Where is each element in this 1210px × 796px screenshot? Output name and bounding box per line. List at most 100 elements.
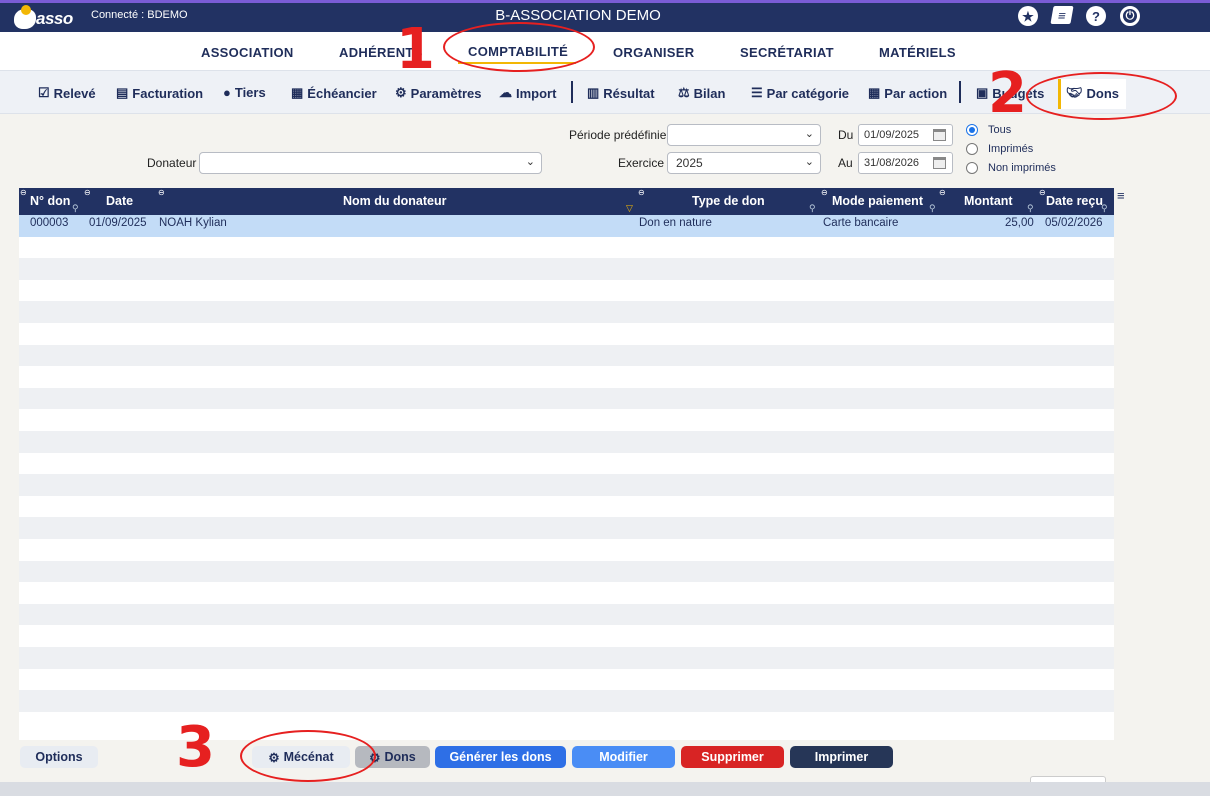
col-header-date-recu[interactable]: Date reçu — [1046, 194, 1103, 208]
submenu-bilan[interactable]: ⚖ Bilan — [678, 85, 725, 101]
column-menu-icon[interactable]: ≡ — [1117, 188, 1125, 203]
search-icon[interactable]: ⚲ — [1027, 203, 1034, 214]
column-resize-icon[interactable]: ⊖ — [84, 188, 91, 197]
radio-button[interactable] — [966, 143, 978, 155]
menu-comptabilite[interactable]: COMPTABILITÉ — [468, 44, 568, 59]
gear-icon: ⚙ — [395, 85, 407, 100]
search-icon[interactable]: ⚲ — [72, 203, 79, 214]
column-resize-icon[interactable]: ⊖ — [939, 188, 946, 197]
table-row-empty — [19, 647, 1114, 669]
col-header-date[interactable]: Date — [106, 194, 133, 208]
periode-select[interactable]: ⌄ — [667, 124, 821, 146]
cell-mode-paiement: Carte bancaire — [823, 217, 899, 229]
footer-bar — [0, 782, 1210, 796]
submenu-facturation[interactable]: ▤ Facturation — [116, 85, 203, 101]
submenu-par-categorie[interactable]: ☰ Par catégorie — [751, 85, 849, 101]
donateur-select[interactable]: ⌄ — [199, 152, 542, 174]
menu-organiser[interactable]: ORGANISER — [613, 45, 694, 60]
au-label: Au — [838, 156, 853, 170]
column-resize-icon[interactable]: ⊖ — [158, 188, 165, 197]
active-menu-underline — [458, 62, 576, 64]
col-header-num-don[interactable]: N° don — [30, 194, 70, 208]
table-row-empty — [19, 474, 1114, 496]
date-du-field[interactable]: 01/09/2025 — [858, 124, 953, 146]
options-button[interactable]: Options — [20, 746, 98, 768]
column-resize-icon[interactable]: ⊖ — [821, 188, 828, 197]
submenu-dons[interactable]: 🤝︎ Dons — [1066, 85, 1119, 101]
cell-montant: 25,00 — [1005, 217, 1034, 229]
date-au-field[interactable]: 31/08/2026 — [858, 152, 953, 174]
submenu-import[interactable]: ☁ Import — [499, 85, 556, 101]
table-row[interactable]: 000003 01/09/2025 NOAH Kylian Don en nat… — [19, 215, 1114, 237]
table-row-empty — [19, 582, 1114, 604]
dons-table: ⊖ N° don ⚲ ⊖ Date ⊖ Nom du donateur ⊖ ▽ … — [19, 188, 1114, 740]
table-row-empty — [19, 323, 1114, 345]
table-row-empty — [19, 301, 1114, 323]
dons-button[interactable]: ⚙ Dons — [355, 746, 430, 768]
imprimer-button[interactable]: Imprimer — [790, 746, 893, 768]
supprimer-button[interactable]: Supprimer — [681, 746, 784, 768]
power-icon[interactable]: ⏻ — [1120, 6, 1140, 26]
menu-secretariat[interactable]: SECRÉTARIAT — [740, 45, 834, 60]
table-row-empty — [19, 539, 1114, 561]
column-resize-icon[interactable]: ⊖ — [1039, 188, 1046, 197]
submenu-resultat[interactable]: ▥ Résultat — [587, 85, 655, 101]
submenu-parametres[interactable]: ⚙ Paramètres — [395, 85, 481, 101]
table-row-empty — [19, 237, 1114, 259]
menu-materiels[interactable]: MATÉRIELS — [879, 45, 956, 60]
bar-chart-icon: ▥ — [587, 85, 600, 100]
column-resize-icon[interactable]: ⊖ — [20, 188, 27, 197]
mecenat-button[interactable]: ⚙ Mécénat — [252, 746, 350, 768]
table-row-empty — [19, 625, 1114, 647]
money-icon: ▣ — [976, 85, 989, 100]
col-header-type-don[interactable]: Type de don — [692, 194, 765, 208]
table-row-empty — [19, 344, 1114, 367]
radio-non-imprimes[interactable]: Non imprimés — [966, 162, 1056, 174]
modifier-button[interactable]: Modifier — [572, 746, 675, 768]
submenu-echeancier[interactable]: ▦ Échéancier — [291, 85, 377, 101]
calendar-picker-icon[interactable] — [933, 157, 946, 169]
calendar-icon: ▦ — [291, 85, 304, 100]
scale-icon: ⚖ — [678, 85, 690, 100]
top-bar: asso Connecté : BDEMO B-ASSOCIATION DEMO… — [0, 0, 1210, 32]
filter-icon[interactable]: ▽ — [626, 203, 633, 214]
book-icon[interactable]: ≡ — [1050, 6, 1074, 24]
table-row-empty — [19, 431, 1114, 453]
table-row-empty — [19, 387, 1114, 410]
table-row-empty — [19, 669, 1114, 691]
invoice-icon: ▤ — [116, 85, 129, 100]
table-row-empty — [19, 496, 1114, 518]
table-row-empty — [19, 603, 1114, 626]
search-icon[interactable]: ⚲ — [809, 203, 816, 214]
user-icon: ● — [223, 85, 231, 100]
annotation-number-2: 2 — [988, 61, 1027, 126]
col-header-montant[interactable]: Montant — [964, 194, 1013, 208]
menu-association[interactable]: ASSOCIATION — [201, 45, 294, 60]
annotation-number-1: 1 — [396, 17, 435, 82]
column-resize-icon[interactable]: ⊖ — [638, 188, 645, 197]
chevron-down-icon: ⌄ — [525, 156, 535, 168]
exercice-select[interactable]: 2025 ⌄ — [667, 152, 821, 174]
col-header-mode-paiement[interactable]: Mode paiement — [832, 194, 923, 208]
calendar-action-icon: ▦ — [868, 85, 881, 100]
list-icon: ☰ — [751, 85, 763, 100]
table-header: ⊖ N° don ⚲ ⊖ Date ⊖ Nom du donateur ⊖ ▽ … — [19, 188, 1114, 215]
star-icon[interactable]: ★ — [1018, 6, 1038, 26]
search-icon[interactable]: ⚲ — [929, 203, 936, 214]
exercice-label: Exercice — [618, 156, 665, 170]
submenu-par-action[interactable]: ▦ Par action — [868, 85, 947, 101]
chevron-down-icon: ⌄ — [804, 128, 814, 140]
cell-date: 01/09/2025 — [89, 217, 147, 229]
radio-button[interactable] — [966, 162, 978, 174]
calendar-picker-icon[interactable] — [933, 129, 946, 141]
generer-dons-button[interactable]: Générer les dons — [435, 746, 566, 768]
radio-imprimes[interactable]: Imprimés — [966, 143, 1033, 155]
col-header-nom-donateur[interactable]: Nom du donateur — [343, 194, 446, 208]
search-icon[interactable]: ⚲ — [1101, 203, 1108, 214]
sub-menu: ☑ Relevé ▤ Facturation ● Tiers ▦ Échéancier … — [0, 70, 1210, 114]
submenu-releve[interactable]: ☑ Relevé — [38, 85, 96, 101]
gear-icon: ⚙ — [369, 750, 381, 765]
help-icon[interactable]: ? — [1086, 6, 1106, 26]
radio-button-checked[interactable] — [966, 124, 978, 136]
submenu-tiers[interactable]: ● Tiers — [223, 85, 266, 100]
